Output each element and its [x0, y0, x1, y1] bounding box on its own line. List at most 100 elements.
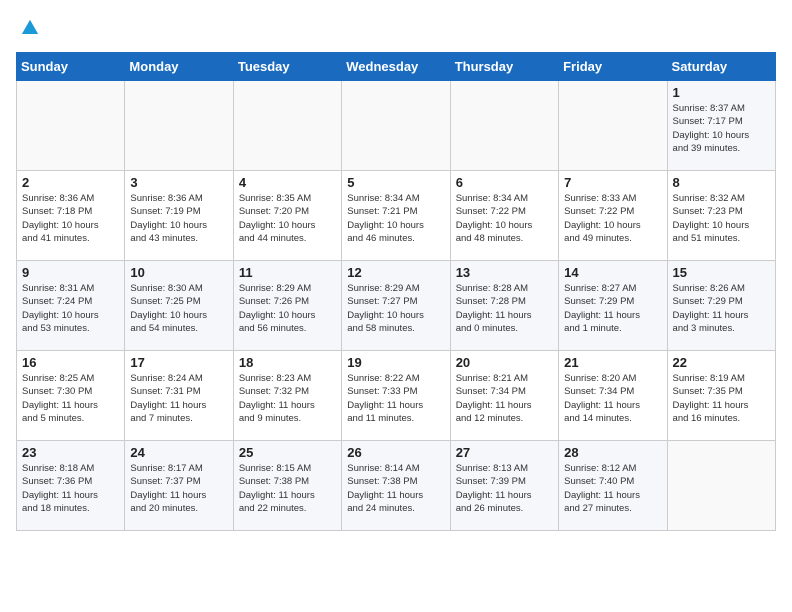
day-info: Sunrise: 8:34 AM Sunset: 7:21 PM Dayligh…: [347, 192, 444, 245]
calendar-cell: [342, 81, 450, 171]
calendar-week-row: 16Sunrise: 8:25 AM Sunset: 7:30 PM Dayli…: [17, 351, 776, 441]
calendar-cell: 27 Sunrise: 8:13 AM Sunset: 7:39 PM Dayli…: [450, 441, 558, 531]
logo-icon: [18, 16, 42, 40]
day-number: 17: [130, 355, 227, 370]
calendar-cell: 2 Sunrise: 8:36 AM Sunset: 7:18 PM Daylig…: [17, 171, 125, 261]
calendar-cell: [125, 81, 233, 171]
weekday-header: Monday: [125, 53, 233, 81]
day-number: 24: [130, 445, 227, 460]
day-number: 13: [456, 265, 553, 280]
day-info: Sunrise: 8:20 AM Sunset: 7:34 PM Dayligh…: [564, 372, 661, 425]
day-number: 25: [239, 445, 336, 460]
calendar-cell: [17, 81, 125, 171]
day-info: Sunrise: 8:21 AM Sunset: 7:34 PM Dayligh…: [456, 372, 553, 425]
day-number: 12: [347, 265, 444, 280]
day-number: 27: [456, 445, 553, 460]
calendar-cell: 24 Sunrise: 8:17 AM Sunset: 7:37 PM Dayli…: [125, 441, 233, 531]
calendar-cell: 3 Sunrise: 8:36 AM Sunset: 7:19 PM Daylig…: [125, 171, 233, 261]
day-info: Sunrise: 8:15 AM Sunset: 7:38 PM Dayligh…: [239, 462, 336, 515]
calendar-cell: [667, 441, 775, 531]
calendar-cell: 15 Sunrise: 8:26 AM Sunset: 7:29 PM Dayli…: [667, 261, 775, 351]
day-info: Sunrise: 8:32 AM Sunset: 7:23 PM Dayligh…: [673, 192, 770, 245]
day-info: Sunrise: 8:29 AM Sunset: 7:27 PM Dayligh…: [347, 282, 444, 335]
day-number: 11: [239, 265, 336, 280]
day-number: 14: [564, 265, 661, 280]
weekday-header: Sunday: [17, 53, 125, 81]
calendar-cell: 28 Sunrise: 8:12 AM Sunset: 7:40 PM Dayli…: [559, 441, 667, 531]
day-number: 3: [130, 175, 227, 190]
calendar-cell: 10 Sunrise: 8:30 AM Sunset: 7:25 PM Dayli…: [125, 261, 233, 351]
calendar-week-row: 23 Sunrise: 8:18 AM Sunset: 7:36 PM Dayli…: [17, 441, 776, 531]
day-info: Sunrise: 8:22 AM Sunset: 7:33 PM Dayligh…: [347, 372, 444, 425]
day-info: Sunrise: 8:37 AM Sunset: 7:17 PM Dayligh…: [673, 102, 770, 155]
day-number: 26: [347, 445, 444, 460]
calendar-cell: 22 Sunrise: 8:19 AM Sunset: 7:35 PM Dayli…: [667, 351, 775, 441]
day-info: Sunrise: 8:36 AM Sunset: 7:19 PM Dayligh…: [130, 192, 227, 245]
calendar-cell: 26 Sunrise: 8:14 AM Sunset: 7:38 PM Dayli…: [342, 441, 450, 531]
day-number: 4: [239, 175, 336, 190]
weekday-header: Wednesday: [342, 53, 450, 81]
calendar-cell: 11 Sunrise: 8:29 AM Sunset: 7:26 PM Dayli…: [233, 261, 341, 351]
day-number: 10: [130, 265, 227, 280]
calendar-cell: 5 Sunrise: 8:34 AM Sunset: 7:21 PM Daylig…: [342, 171, 450, 261]
day-number: 16: [22, 355, 119, 370]
calendar-cell: 21 Sunrise: 8:20 AM Sunset: 7:34 PM Dayli…: [559, 351, 667, 441]
calendar-week-row: 9Sunrise: 8:31 AM Sunset: 7:24 PM Daylig…: [17, 261, 776, 351]
day-info: Sunrise: 8:14 AM Sunset: 7:38 PM Dayligh…: [347, 462, 444, 515]
calendar-cell: 23 Sunrise: 8:18 AM Sunset: 7:36 PM Dayli…: [17, 441, 125, 531]
day-number: 21: [564, 355, 661, 370]
day-info: Sunrise: 8:12 AM Sunset: 7:40 PM Dayligh…: [564, 462, 661, 515]
day-info: Sunrise: 8:33 AM Sunset: 7:22 PM Dayligh…: [564, 192, 661, 245]
calendar-cell: [450, 81, 558, 171]
day-number: 2: [22, 175, 119, 190]
calendar-cell: 13 Sunrise: 8:28 AM Sunset: 7:28 PM Dayli…: [450, 261, 558, 351]
calendar-cell: 1 Sunrise: 8:37 AM Sunset: 7:17 PM Daylig…: [667, 81, 775, 171]
day-number: 8: [673, 175, 770, 190]
day-info: Sunrise: 8:30 AM Sunset: 7:25 PM Dayligh…: [130, 282, 227, 335]
day-number: 5: [347, 175, 444, 190]
day-number: 19: [347, 355, 444, 370]
day-info: Sunrise: 8:23 AM Sunset: 7:32 PM Dayligh…: [239, 372, 336, 425]
day-info: Sunrise: 8:27 AM Sunset: 7:29 PM Dayligh…: [564, 282, 661, 335]
calendar-cell: 6Sunrise: 8:34 AM Sunset: 7:22 PM Daylig…: [450, 171, 558, 261]
calendar-cell: 19 Sunrise: 8:22 AM Sunset: 7:33 PM Dayli…: [342, 351, 450, 441]
day-number: 20: [456, 355, 553, 370]
calendar-cell: 12 Sunrise: 8:29 AM Sunset: 7:27 PM Dayli…: [342, 261, 450, 351]
calendar-cell: 9Sunrise: 8:31 AM Sunset: 7:24 PM Daylig…: [17, 261, 125, 351]
calendar-cell: 14 Sunrise: 8:27 AM Sunset: 7:29 PM Dayli…: [559, 261, 667, 351]
day-number: 1: [673, 85, 770, 100]
day-number: 7: [564, 175, 661, 190]
day-info: Sunrise: 8:29 AM Sunset: 7:26 PM Dayligh…: [239, 282, 336, 335]
day-info: Sunrise: 8:24 AM Sunset: 7:31 PM Dayligh…: [130, 372, 227, 425]
day-number: 22: [673, 355, 770, 370]
day-number: 15: [673, 265, 770, 280]
day-number: 6: [456, 175, 553, 190]
calendar-cell: 25 Sunrise: 8:15 AM Sunset: 7:38 PM Dayli…: [233, 441, 341, 531]
weekday-header: Thursday: [450, 53, 558, 81]
calendar-cell: 8 Sunrise: 8:32 AM Sunset: 7:23 PM Daylig…: [667, 171, 775, 261]
day-info: Sunrise: 8:17 AM Sunset: 7:37 PM Dayligh…: [130, 462, 227, 515]
day-info: Sunrise: 8:13 AM Sunset: 7:39 PM Dayligh…: [456, 462, 553, 515]
calendar-week-row: 2 Sunrise: 8:36 AM Sunset: 7:18 PM Daylig…: [17, 171, 776, 261]
day-info: Sunrise: 8:18 AM Sunset: 7:36 PM Dayligh…: [22, 462, 119, 515]
day-number: 23: [22, 445, 119, 460]
calendar-cell: 7 Sunrise: 8:33 AM Sunset: 7:22 PM Daylig…: [559, 171, 667, 261]
day-number: 28: [564, 445, 661, 460]
day-info: Sunrise: 8:28 AM Sunset: 7:28 PM Dayligh…: [456, 282, 553, 335]
weekday-header-row: SundayMondayTuesdayWednesdayThursdayFrid…: [17, 53, 776, 81]
logo: [16, 16, 42, 40]
calendar-cell: 4Sunrise: 8:35 AM Sunset: 7:20 PM Daylig…: [233, 171, 341, 261]
day-info: Sunrise: 8:19 AM Sunset: 7:35 PM Dayligh…: [673, 372, 770, 425]
weekday-header: Friday: [559, 53, 667, 81]
calendar-cell: [233, 81, 341, 171]
weekday-header: Tuesday: [233, 53, 341, 81]
calendar-cell: 16Sunrise: 8:25 AM Sunset: 7:30 PM Dayli…: [17, 351, 125, 441]
weekday-header: Saturday: [667, 53, 775, 81]
calendar-cell: [559, 81, 667, 171]
day-info: Sunrise: 8:26 AM Sunset: 7:29 PM Dayligh…: [673, 282, 770, 335]
day-info: Sunrise: 8:31 AM Sunset: 7:24 PM Dayligh…: [22, 282, 119, 335]
calendar-cell: 20 Sunrise: 8:21 AM Sunset: 7:34 PM Dayli…: [450, 351, 558, 441]
day-number: 18: [239, 355, 336, 370]
page-header: [16, 16, 776, 40]
day-info: Sunrise: 8:36 AM Sunset: 7:18 PM Dayligh…: [22, 192, 119, 245]
